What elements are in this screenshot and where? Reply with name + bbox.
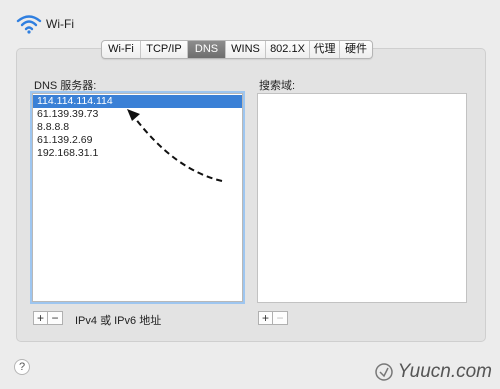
watermark: Yuucn.com [374,361,492,383]
wifi-icon [16,15,42,34]
dns-edit-buttons: + − [33,311,63,325]
dns-server-row[interactable]: 61.139.2.69 [33,134,242,147]
tab-proxy[interactable]: 代理 [310,41,340,58]
tab-wifi[interactable]: Wi-Fi [102,41,141,58]
dns-servers-label: DNS 服务器: [34,80,97,92]
dns-servers-list[interactable]: 114.114.114.114 61.139.39.73 8.8.8.8 61.… [32,93,243,302]
domain-edit-buttons: + − [258,311,288,325]
dns-server-row[interactable]: 192.168.31.1 [33,147,242,160]
remove-domain-button[interactable]: − [273,311,288,325]
search-domains-list[interactable] [257,93,467,303]
search-domains-label: 搜索域: [259,80,296,92]
dns-server-row[interactable]: 8.8.8.8 [33,121,242,134]
window-header: Wi-Fi [16,12,74,36]
remove-dns-button[interactable]: − [48,311,63,325]
dns-server-row[interactable]: 114.114.114.114 [33,95,242,108]
tab-8021x[interactable]: 802.1X [266,41,310,58]
add-domain-button[interactable]: + [258,311,273,325]
watermark-text: Yuucn.com [397,361,492,382]
tab-dns[interactable]: DNS [188,41,226,58]
address-hint: IPv4 或 IPv6 地址 [75,315,162,327]
tab-hardware[interactable]: 硬件 [340,41,372,58]
window-title: Wi-Fi [46,17,74,31]
tab-wins[interactable]: WINS [226,41,266,58]
add-dns-button[interactable]: + [33,311,48,325]
dns-server-row[interactable]: 61.139.39.73 [33,108,242,121]
help-button[interactable]: ? [14,359,30,375]
watermark-logo-icon [374,363,393,381]
tab-tcpip[interactable]: TCP/IP [141,41,188,58]
tab-bar: Wi-Fi TCP/IP DNS WINS 802.1X 代理 硬件 [101,40,373,59]
